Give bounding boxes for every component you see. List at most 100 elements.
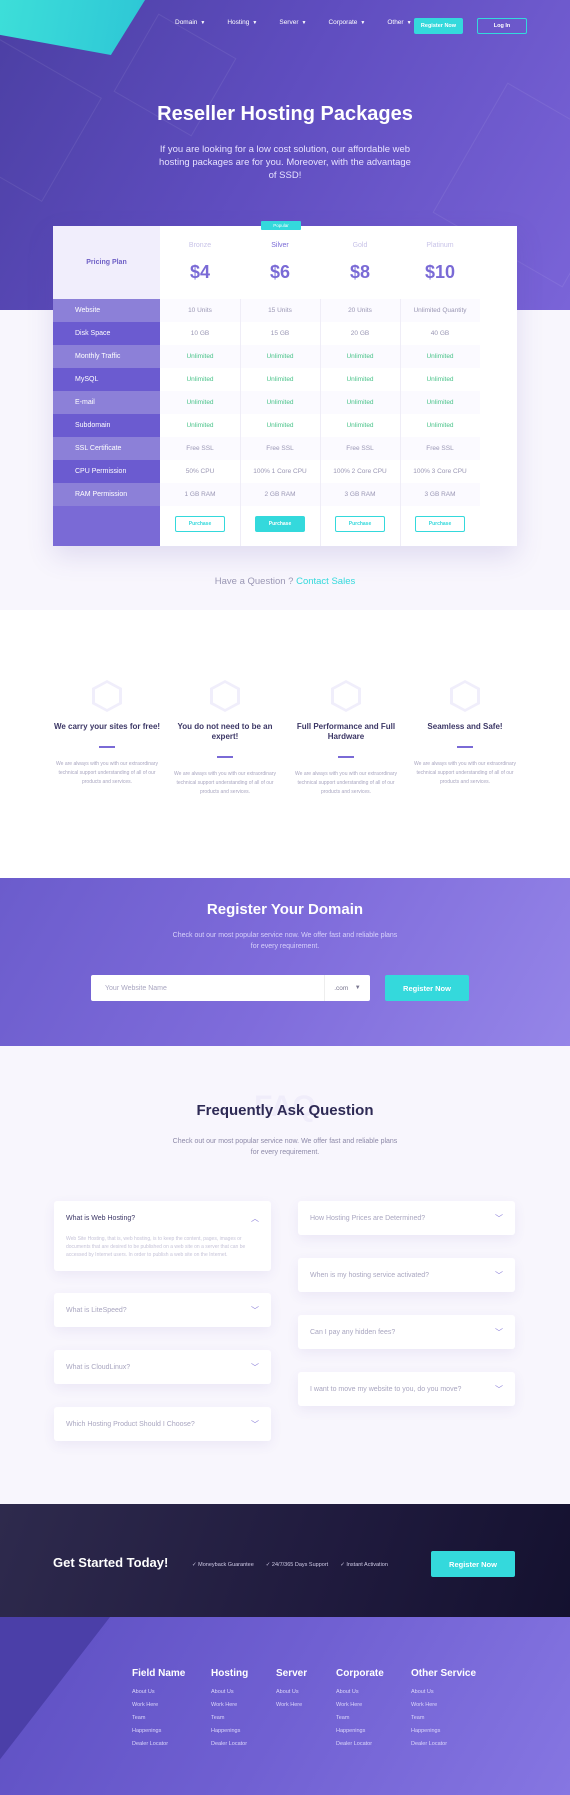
login-button[interactable]: Log In	[477, 18, 527, 34]
logo[interactable]	[0, 0, 145, 55]
footer-link[interactable]: About Us	[132, 1689, 185, 1695]
plan-cell: Free SSL	[320, 437, 400, 460]
faq-question-text: When is my hosting service activated?	[310, 1271, 430, 1279]
feature-card: You do not need to be an expert! We are …	[170, 680, 280, 797]
nav-domain[interactable]: Domain ▼	[175, 19, 205, 26]
footer-link[interactable]: Dealer Locator	[336, 1741, 384, 1747]
plan-column: Bronze $4 10 Units 10 GB Unlimited Unlimited U…	[160, 226, 240, 546]
faq-item[interactable]: I want to move my website to you, do you…	[298, 1372, 515, 1406]
plan-cell: Unlimited	[320, 414, 400, 437]
faq-item[interactable]: How Hosting Prices are Determined? ﹀	[298, 1201, 515, 1235]
footer-link[interactable]: Team	[211, 1715, 248, 1721]
footer-link[interactable]: Work Here	[276, 1702, 307, 1708]
cta-benefits: ✓ Moneyback Guarantee ✓ 24/7/365 Days Su…	[192, 1562, 388, 1568]
chevron-down-icon[interactable]: ﹀	[251, 1419, 259, 1430]
domain-search-input[interactable]: Your Website Name	[91, 975, 324, 1001]
plan-price: $4	[189, 262, 211, 282]
chevron-down-icon[interactable]: ﹀	[251, 1305, 259, 1316]
plan-cell: 15 GB	[240, 322, 320, 345]
faq-question[interactable]: What is CloudLinux? ﹀	[54, 1350, 271, 1384]
register-domain-button[interactable]: Register Now	[385, 975, 469, 1001]
faq-item[interactable]: Can I pay any hidden fees? ﹀	[298, 1315, 515, 1349]
footer-link[interactable]: Team	[132, 1715, 185, 1721]
plan-cell: 20 GB	[320, 322, 400, 345]
plan-name: Bronze	[188, 242, 212, 249]
plan-cell: 100% 3 Core CPU	[400, 460, 480, 483]
plan-cell: Unlimited	[240, 368, 320, 391]
plan-cell: 15 Units	[240, 299, 320, 322]
footer-link[interactable]: Team	[336, 1715, 384, 1721]
plan-cell: Free SSL	[400, 437, 480, 460]
chevron-down-icon[interactable]: ﹀	[495, 1270, 503, 1281]
plan-cell: Free SSL	[160, 437, 240, 460]
nav-corporate[interactable]: Corporate ▼	[328, 19, 365, 26]
footer-link[interactable]: Happenings	[411, 1728, 476, 1734]
chevron-down-icon: ▼	[200, 19, 206, 26]
plan-column: Gold $8 20 Units 20 GB Unlimited Unlimited Unl…	[320, 226, 400, 546]
footer-link[interactable]: Dealer Locator	[411, 1741, 476, 1747]
faq-question[interactable]: What is LiteSpeed? ﹀	[54, 1293, 271, 1327]
nav-other[interactable]: Other ▼	[387, 19, 411, 26]
features-section: We carry your sites for free! We are alw…	[0, 610, 570, 878]
purchase-button[interactable]: Purchase	[175, 516, 225, 532]
footer-link[interactable]: Work Here	[211, 1702, 248, 1708]
faq-item-open[interactable]: What is Web Hosting? ︿ Web Site Hosting, …	[54, 1201, 271, 1271]
divider	[457, 746, 473, 748]
faq-item[interactable]: When is my hosting service activated? ﹀	[298, 1258, 515, 1292]
footer-link[interactable]: Team	[411, 1715, 476, 1721]
footer-link[interactable]: Work Here	[132, 1702, 185, 1708]
feature-label: E-mail	[53, 391, 160, 414]
chevron-up-icon[interactable]: ︿	[251, 1213, 259, 1224]
feature-title: We carry your sites for free!	[53, 722, 161, 731]
footer-link[interactable]: Happenings	[132, 1728, 185, 1734]
divider	[99, 746, 115, 748]
footer-link[interactable]: Work Here	[411, 1702, 476, 1708]
plan-cell: Unlimited	[320, 345, 400, 368]
contact-sales-link[interactable]: Contact Sales	[296, 576, 355, 587]
faq-item[interactable]: Which Hosting Product Should I Choose? ﹀	[54, 1407, 271, 1441]
register-now-button[interactable]: Register Now	[414, 18, 463, 34]
purchase-button[interactable]: Purchase	[335, 516, 385, 532]
faq-question[interactable]: When is my hosting service activated? ﹀	[298, 1258, 515, 1292]
chevron-down-icon[interactable]: ﹀	[495, 1384, 503, 1395]
chevron-down-icon[interactable]: ﹀	[251, 1362, 259, 1373]
faq-question[interactable]: What is Web Hosting? ︿	[54, 1201, 271, 1235]
divider	[320, 299, 321, 546]
chevron-down-icon[interactable]: ﹀	[495, 1213, 503, 1224]
footer-column-title: Hosting	[211, 1668, 249, 1679]
feature-label: Website	[53, 299, 160, 322]
cta-register-button[interactable]: Register Now	[431, 1551, 515, 1577]
purchase-button[interactable]: Purchase	[255, 516, 305, 532]
footer-link[interactable]: About Us	[411, 1689, 476, 1695]
footer-link[interactable]: About Us	[336, 1689, 384, 1695]
footer-link[interactable]: Dealer Locator	[132, 1741, 185, 1747]
plan-price: $6	[269, 262, 291, 282]
faq-section: FAQ Frequently Ask Question Check out ou…	[0, 1046, 570, 1504]
tld-select[interactable]: .com ▼	[324, 975, 370, 1001]
chevron-down-icon[interactable]: ﹀	[495, 1327, 503, 1338]
footer-link[interactable]: Dealer Locator	[211, 1741, 248, 1747]
faq-item[interactable]: What is LiteSpeed? ﹀	[54, 1293, 271, 1327]
faq-question-text: Can I pay any hidden fees?	[310, 1328, 396, 1336]
footer-link[interactable]: About Us	[211, 1689, 248, 1695]
faq-question[interactable]: How Hosting Prices are Determined? ﹀	[298, 1201, 515, 1235]
domain-subtitle: Check out our most popular service now. …	[172, 932, 398, 950]
chevron-down-icon: ▼	[354, 985, 361, 991]
footer-link[interactable]: Work Here	[336, 1702, 384, 1708]
purchase-button[interactable]: Purchase	[415, 516, 465, 532]
plan-cell: 1 GB RAM	[160, 483, 240, 506]
feature-card: Seamless and Safe! We are always with yo…	[410, 680, 520, 787]
footer-link[interactable]: Happenings	[211, 1728, 248, 1734]
main-nav: Domain ▼ Hosting ▼ Server ▼ Corporate ▼ Othe…	[175, 19, 434, 26]
plan-cell: 3 GB RAM	[320, 483, 400, 506]
faq-question[interactable]: I want to move my website to you, do you…	[298, 1372, 515, 1406]
nav-hosting[interactable]: Hosting ▼	[227, 19, 257, 26]
footer-link[interactable]: About Us	[276, 1689, 307, 1695]
faq-question[interactable]: Which Hosting Product Should I Choose? ﹀	[54, 1407, 271, 1441]
nav-server[interactable]: Server ▼	[279, 19, 306, 26]
footer-link[interactable]: Happenings	[336, 1728, 384, 1734]
faq-question[interactable]: Can I pay any hidden fees? ﹀	[298, 1315, 515, 1349]
plan-cell: 100% 2 Core CPU	[320, 460, 400, 483]
hexagon-icon	[331, 680, 361, 712]
faq-item[interactable]: What is CloudLinux? ﹀	[54, 1350, 271, 1384]
